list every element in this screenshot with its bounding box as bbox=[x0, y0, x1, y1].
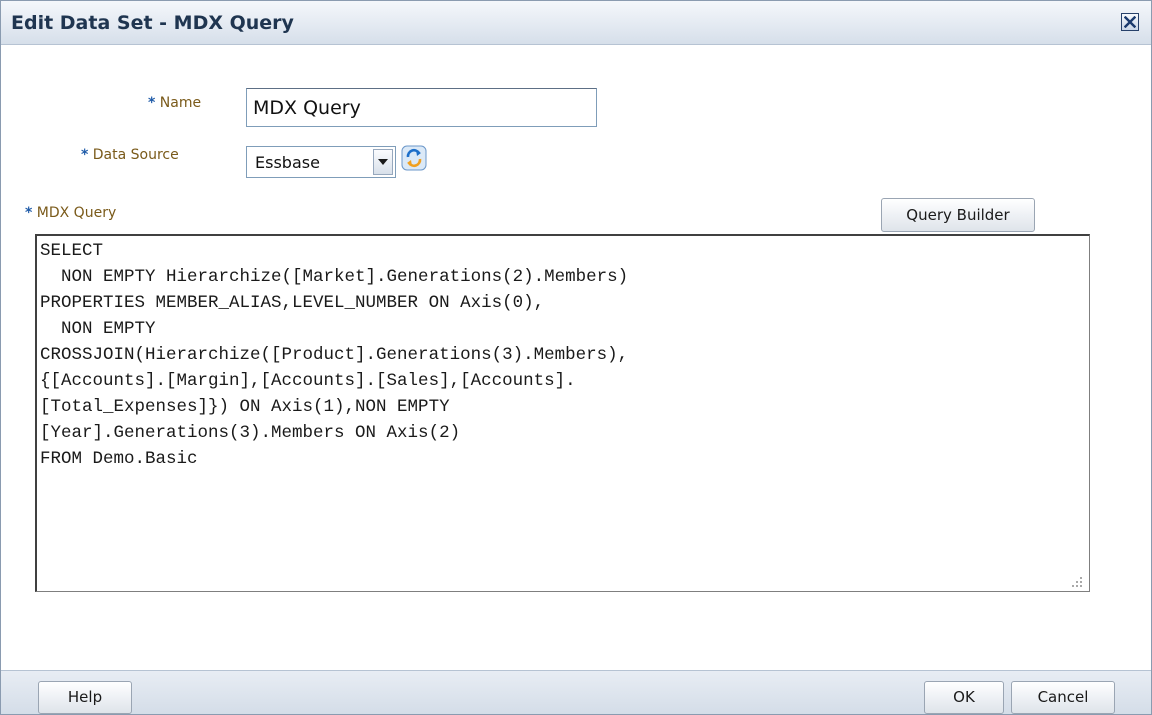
chevron-down-icon bbox=[378, 159, 388, 165]
mdx-query-textarea[interactable]: SELECT NON EMPTY Hierarchize([Market].Ge… bbox=[35, 234, 1090, 592]
close-button[interactable] bbox=[1121, 13, 1139, 31]
name-label: * Name bbox=[148, 95, 201, 111]
mdx-query-label-text: MDX Query bbox=[36, 205, 117, 221]
data-source-label: * Data Source bbox=[81, 147, 179, 163]
mdx-query-label: * MDX Query bbox=[25, 205, 116, 221]
required-marker: * bbox=[81, 147, 89, 163]
resize-grip-icon[interactable] bbox=[1070, 575, 1084, 589]
query-builder-button[interactable]: Query Builder bbox=[881, 198, 1035, 232]
dialog-title: Edit Data Set - MDX Query bbox=[11, 12, 294, 34]
edit-data-set-dialog: Edit Data Set - MDX Query * Name * Data … bbox=[0, 0, 1152, 715]
data-source-value: Essbase bbox=[255, 153, 320, 172]
data-source-select[interactable]: Essbase bbox=[246, 146, 396, 178]
required-marker: * bbox=[25, 205, 33, 221]
ok-button[interactable]: OK bbox=[924, 681, 1004, 714]
cancel-button[interactable]: Cancel bbox=[1011, 681, 1115, 714]
name-label-text: Name bbox=[159, 95, 202, 111]
dropdown-button[interactable] bbox=[373, 149, 393, 175]
dialog-title-bar[interactable]: Edit Data Set - MDX Query bbox=[1, 1, 1151, 45]
close-icon bbox=[1124, 16, 1136, 28]
data-source-label-text: Data Source bbox=[92, 147, 179, 163]
required-marker: * bbox=[148, 95, 156, 111]
refresh-icon[interactable] bbox=[401, 144, 427, 172]
name-input[interactable] bbox=[246, 88, 597, 127]
help-button[interactable]: Help bbox=[38, 681, 132, 714]
